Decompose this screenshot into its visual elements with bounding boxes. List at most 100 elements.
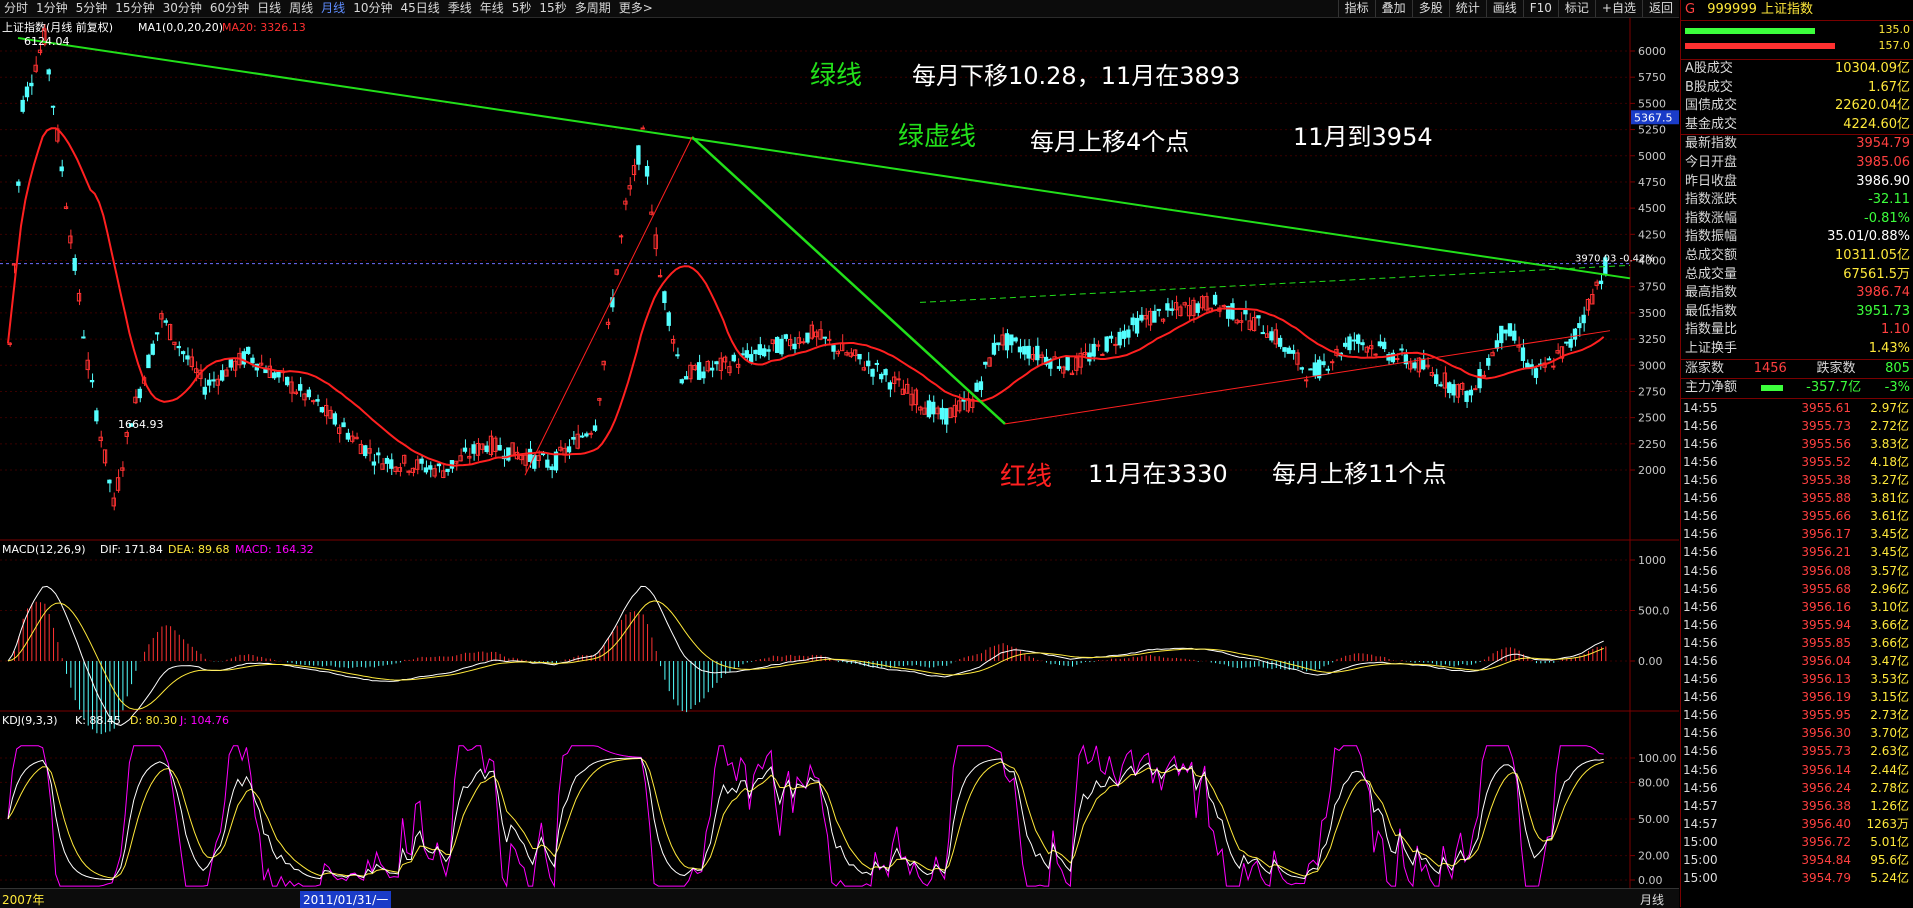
candle-body bbox=[245, 346, 251, 354]
candle-body bbox=[59, 166, 64, 172]
candle-body bbox=[16, 181, 21, 186]
tick-row: 14:57 3956.40 1263万 bbox=[1683, 816, 1909, 831]
candle-body bbox=[887, 382, 893, 390]
low-label: 1664.93 bbox=[118, 418, 164, 431]
tick-row: 14:55 3955.61 2.97亿 bbox=[1683, 400, 1909, 415]
period-tab[interactable]: 5秒 bbox=[508, 0, 536, 17]
period-tab[interactable]: 15分钟 bbox=[111, 0, 158, 17]
ma20-label: MA20: 3326.13 bbox=[222, 21, 306, 34]
tick-row: 14:56 3956.16 3.10亿 bbox=[1683, 599, 1909, 614]
candle-body bbox=[1503, 329, 1508, 334]
candle-body bbox=[1013, 337, 1018, 342]
candle-body bbox=[1256, 315, 1261, 319]
candle-body bbox=[315, 399, 320, 402]
toolbar-button[interactable]: 统计 bbox=[1448, 0, 1486, 17]
candle-body bbox=[1303, 379, 1309, 382]
period-tab[interactable]: 年线 bbox=[476, 0, 508, 17]
annotation-red-label: 红线 bbox=[1000, 462, 1052, 492]
kdj-tick-label: 50.00 bbox=[1638, 813, 1670, 826]
candle-body bbox=[1464, 390, 1469, 402]
candle-body bbox=[180, 351, 186, 355]
candle-body bbox=[250, 357, 255, 364]
period-tab[interactable]: 周线 bbox=[285, 0, 317, 17]
candle-body bbox=[176, 345, 181, 349]
tick-row: 15:00 3956.72 5.01亿 bbox=[1683, 834, 1909, 849]
ma1-label: MA1(0,0,20,20) bbox=[138, 21, 223, 34]
candle-body bbox=[1468, 389, 1474, 396]
candle-body bbox=[1108, 335, 1114, 339]
period-tab[interactable]: 季线 bbox=[444, 0, 476, 17]
macd-tick-label: 1000 bbox=[1638, 554, 1666, 567]
stats-section: 最新指数 3954.79 今日开盘 3985.06 昨日收盘 3986.90 指数涨跌 -32… bbox=[1681, 135, 1913, 360]
candle-body bbox=[1022, 346, 1027, 355]
candle-body bbox=[1026, 345, 1031, 359]
period-tab[interactable]: 多周期 bbox=[571, 0, 615, 17]
price-tick-label: 3500 bbox=[1638, 307, 1666, 320]
stat-row: 昨日收盘 3986.90 bbox=[1685, 173, 1910, 189]
toolbar-button[interactable]: 叠加 bbox=[1374, 0, 1412, 17]
period-tab[interactable]: 1分钟 bbox=[32, 0, 72, 17]
tick-row: 14:56 3955.95 2.73亿 bbox=[1683, 708, 1909, 723]
tick-row: 14:56 3955.88 3.81亿 bbox=[1683, 491, 1909, 506]
period-tab[interactable]: 5分钟 bbox=[72, 0, 112, 17]
candle-body bbox=[50, 105, 56, 108]
annotation-green-dash-label: 绿虚线 bbox=[898, 122, 976, 152]
candle-body bbox=[1130, 317, 1135, 326]
candle-body bbox=[202, 386, 207, 395]
tick-row: 14:56 3956.14 2.44亿 bbox=[1683, 762, 1909, 777]
candle-body bbox=[345, 432, 351, 440]
candle-body bbox=[46, 69, 51, 75]
period-tab[interactable]: 分时 bbox=[0, 0, 32, 17]
high-label: 6124.04 bbox=[24, 35, 70, 48]
kdj-j: J: 104.76 bbox=[179, 714, 229, 727]
candle-body bbox=[1104, 336, 1109, 352]
candle-body bbox=[870, 368, 875, 377]
tick-list[interactable]: 14:55 3955.61 2.97亿 14:56 3955.73 2.72亿 14:56 3… bbox=[1681, 399, 1913, 888]
candle-body bbox=[857, 353, 862, 360]
candle-body bbox=[506, 447, 511, 461]
candle-body bbox=[1230, 303, 1235, 320]
annotation-red-move: 每月上移11个点 bbox=[1272, 460, 1447, 488]
period-label: 月线 bbox=[1640, 893, 1665, 907]
period-tab[interactable]: 45日线 bbox=[396, 0, 443, 17]
candle-body bbox=[701, 371, 706, 379]
candle-body bbox=[1399, 348, 1404, 351]
candle-body bbox=[1421, 358, 1426, 370]
tick-row: 14:56 3955.85 3.66亿 bbox=[1683, 635, 1909, 650]
candle-body bbox=[1282, 347, 1287, 352]
candle-body bbox=[753, 349, 758, 355]
candle-body bbox=[1299, 367, 1304, 370]
tick-row: 14:56 3956.21 3.45亿 bbox=[1683, 545, 1909, 560]
candle-body bbox=[271, 372, 277, 379]
price-tick-label: 2000 bbox=[1638, 464, 1666, 477]
candle-body bbox=[484, 445, 489, 453]
candle-body bbox=[150, 343, 155, 355]
toolbar-button[interactable]: 多股 bbox=[1411, 0, 1449, 17]
toolbar-button[interactable]: 画线 bbox=[1485, 0, 1523, 17]
candle-body bbox=[879, 373, 884, 380]
price-chart[interactable]: 6000575055005250500047504500425040003750… bbox=[0, 18, 1679, 888]
toolbar-button[interactable]: 指标 bbox=[1337, 0, 1375, 17]
tick-row: 14:56 3956.24 2.78亿 bbox=[1683, 780, 1909, 795]
period-tab[interactable]: 10分钟 bbox=[349, 0, 396, 17]
stat-row: 指数涨跌 -32.11 bbox=[1685, 192, 1910, 208]
candle-body bbox=[206, 379, 212, 386]
toolbar-button[interactable]: +自选 bbox=[1594, 0, 1642, 17]
period-tab[interactable]: 月线 bbox=[317, 0, 349, 17]
toolbar-button[interactable]: 返回 bbox=[1641, 0, 1679, 17]
candle-body bbox=[419, 458, 424, 464]
period-tab[interactable]: 30分钟 bbox=[159, 0, 206, 17]
candle-body bbox=[766, 349, 771, 352]
toolbar-button[interactable]: F10 bbox=[1522, 0, 1558, 17]
toolbar-button[interactable]: 标记 bbox=[1557, 0, 1595, 17]
security-header: G 999999 上证指数 bbox=[1681, 0, 1913, 21]
macd-label: MACD(12,26,9) bbox=[2, 543, 86, 556]
period-tab[interactable]: 60分钟 bbox=[206, 0, 253, 17]
candle-body bbox=[1572, 328, 1578, 340]
period-tab[interactable]: 日线 bbox=[253, 0, 285, 17]
candle-body bbox=[636, 145, 641, 165]
candle-body bbox=[805, 332, 810, 343]
price-tick-label: 3250 bbox=[1638, 333, 1666, 346]
period-tab[interactable]: 更多> bbox=[615, 0, 657, 17]
period-tab[interactable]: 15秒 bbox=[535, 0, 570, 17]
